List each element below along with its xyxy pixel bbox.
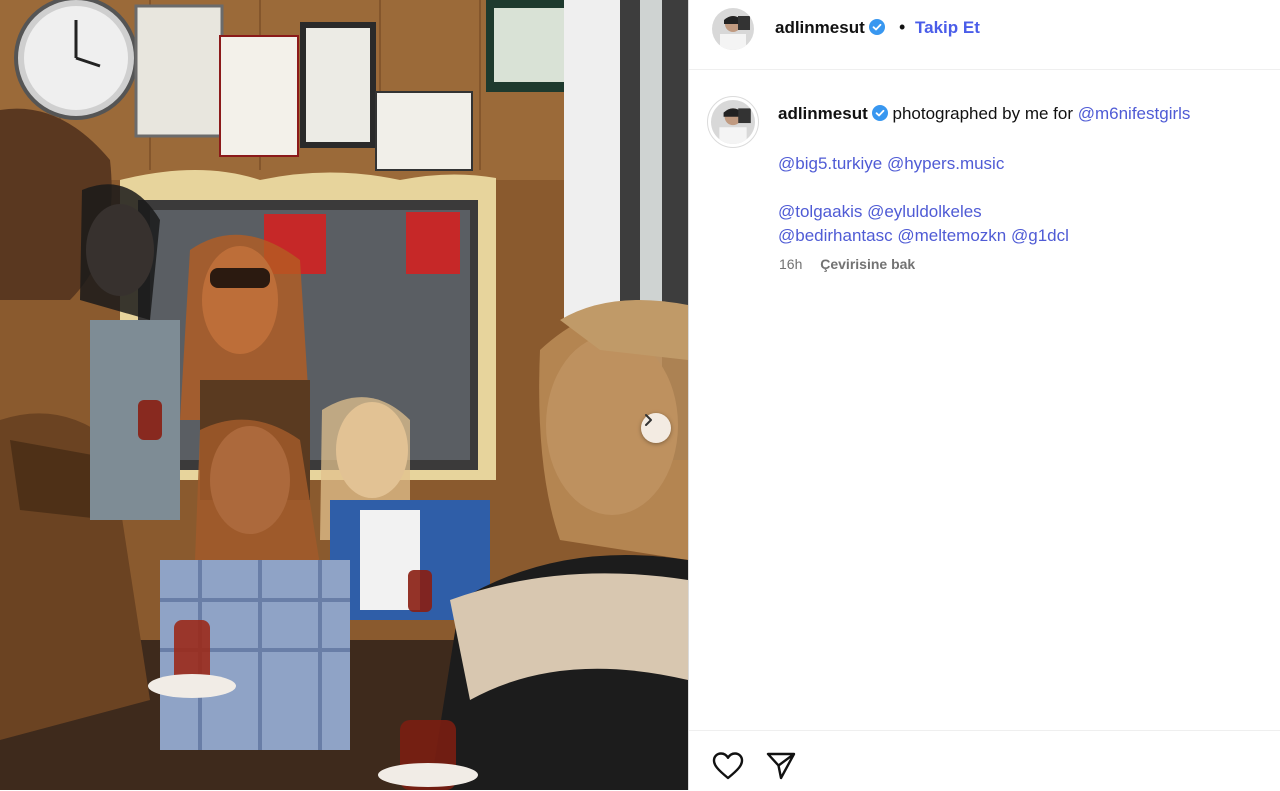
mention-link[interactable]: @m6nifestgirls [1078,104,1191,123]
header-separator: • [899,17,906,37]
mention-link[interactable]: @g1dcl [1011,226,1069,245]
post-caption: adlinmesut photographed by me for @m6nif… [778,102,1258,248]
share-button[interactable] [765,750,797,787]
post-photo[interactable] [0,0,688,790]
avatar-image [711,100,755,144]
caption-line-3: @tolgaakis @eyluldolkeles [778,200,1258,224]
header-username-group[interactable]: adlinmesut [775,18,885,40]
caption-text: photographed by me for [892,104,1073,123]
paper-plane-icon [766,752,796,780]
header-username[interactable]: adlinmesut [775,18,865,37]
mention-link[interactable]: @hypers.music [887,154,1004,173]
see-translation-button[interactable]: Çevirisine bak [820,256,915,272]
verified-badge-icon [871,104,888,128]
chevron-right-icon [645,414,652,426]
caption-meta: 16h Çevirisine bak [779,256,915,272]
caption-avatar[interactable] [707,96,759,148]
like-button[interactable] [711,750,745,787]
avatar[interactable] [712,8,754,50]
mention-link[interactable]: @big5.turkiye [778,154,882,173]
caption-line-4: @bedirhantasc @meltemozkn @g1dcl [778,224,1258,248]
next-image-button[interactable] [641,413,671,443]
follow-button[interactable]: Takip Et [915,18,980,38]
avatar-image [712,8,754,50]
caption-line-2: @big5.turkiye @hypers.music [778,152,1258,176]
mention-link[interactable]: @tolgaakis [778,202,862,221]
post-details-panel: adlinmesut • Takip Et adlinmesut photogr… [688,0,1280,790]
post-header: adlinmesut • Takip Et [689,0,1280,70]
caption-first-line: adlinmesut photographed by me for @m6nif… [778,102,1258,128]
heart-icon [712,752,744,780]
photo-illustration [0,0,688,790]
action-bar [689,730,1280,791]
verified-badge-icon [868,19,885,40]
mention-link[interactable]: @bedirhantasc [778,226,893,245]
mention-link[interactable]: @eyluldolkeles [867,202,982,221]
mention-link[interactable]: @meltemozkn [897,226,1006,245]
caption-username[interactable]: adlinmesut [778,104,868,123]
timestamp[interactable]: 16h [779,256,802,272]
